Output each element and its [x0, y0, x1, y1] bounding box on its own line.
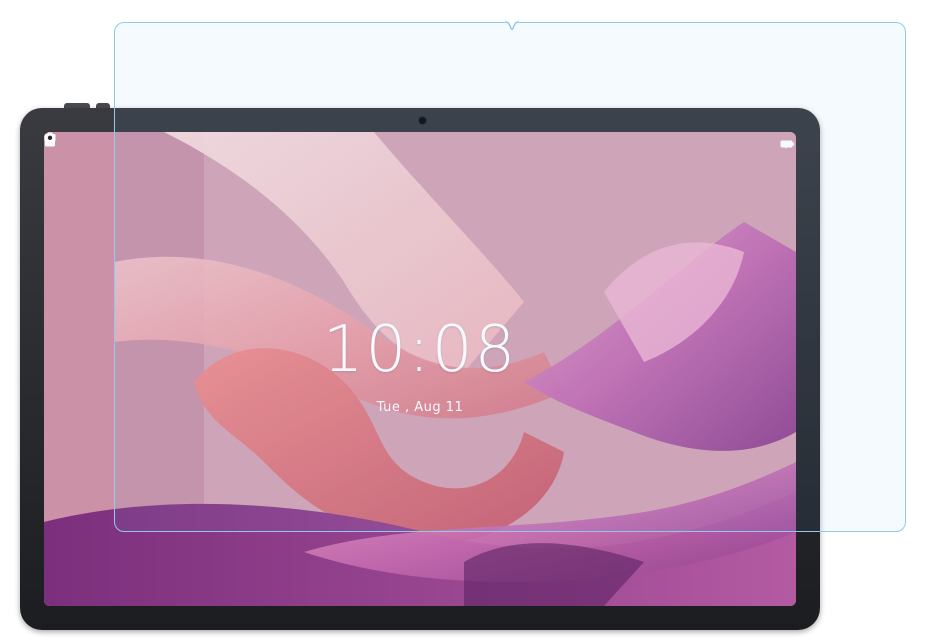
protector-camera-notch — [505, 21, 519, 30]
screen-protector-outline — [114, 22, 906, 532]
camera-icon[interactable] — [44, 132, 56, 142]
product-photo: 10:08 Tue , Aug 11 — [0, 0, 950, 644]
